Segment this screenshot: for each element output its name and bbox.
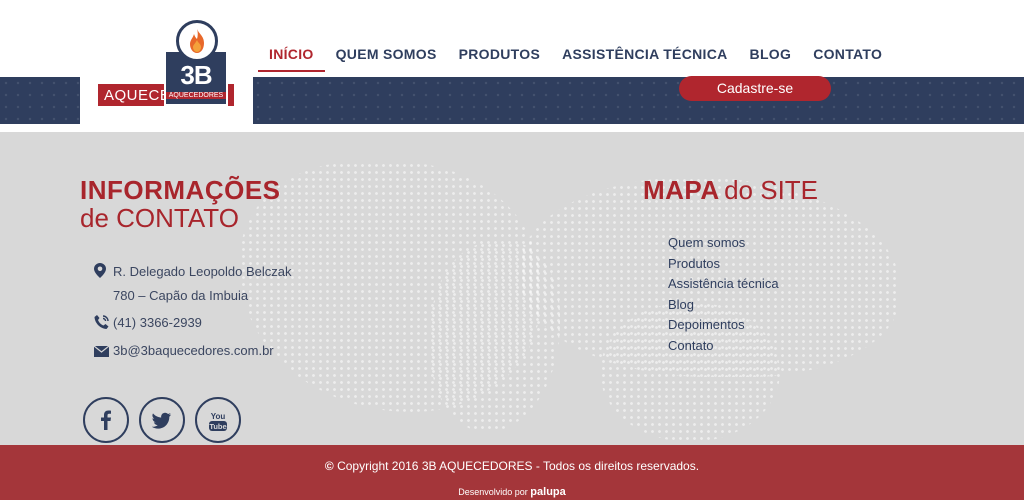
nav-item-quem-somos[interactable]: QUEM SOMOS xyxy=(325,44,448,72)
sitemap-title: MAPA do SITE xyxy=(643,176,818,209)
sitemap-title-strong: MAPA xyxy=(643,175,720,205)
address: R. Delegado Leopoldo Belczak 780 – Capão… xyxy=(94,261,292,307)
logo-sub-text: AQUECEDORES xyxy=(166,92,226,99)
nav-item-produtos[interactable]: PRODUTOS xyxy=(448,44,552,72)
header-divider xyxy=(0,124,1024,132)
nav-item-inicio[interactable]: INÍCIO xyxy=(258,44,325,72)
map-pin-icon xyxy=(94,263,109,285)
contact-title: INFORMAÇÕES de CONTATO xyxy=(80,176,281,232)
sitemap-title-light: do SITE xyxy=(724,175,819,205)
address-line2: 780 – Capão da Imbuia xyxy=(113,288,249,303)
logo-3b-text: 3B xyxy=(180,60,212,90)
svg-text:Tube: Tube xyxy=(209,422,226,431)
nav-item-assistencia-tecnica[interactable]: ASSISTÊNCIA TÉCNICA xyxy=(551,44,738,72)
sitemap-links: Quem somos Produtos Assistência técnica … xyxy=(668,233,779,356)
sitemap-link-assistencia-tecnica[interactable]: Assistência técnica xyxy=(668,274,779,295)
envelope-icon xyxy=(93,342,110,364)
nav-item-blog[interactable]: BLOG xyxy=(739,44,803,72)
address-line1: R. Delegado Leopoldo Belczak xyxy=(113,264,292,279)
site-header: AQUECEDORES 3B AQUECEDORES INÍCIO QUEM S… xyxy=(0,0,1024,124)
copyright-icon: © xyxy=(324,459,334,473)
contact-title-strong: INFORMAÇÕES xyxy=(80,175,281,205)
sitemap-link-produtos[interactable]: Produtos xyxy=(668,254,779,275)
site-footer: © Copyright 2016 3B AQUECEDORES - Todos … xyxy=(0,445,1024,500)
company-name: 3B AQUECEDORES xyxy=(421,459,533,473)
sitemap-link-quem-somos[interactable]: Quem somos xyxy=(668,233,779,254)
sitemap-link-blog[interactable]: Blog xyxy=(668,295,779,316)
nav-item-contato[interactable]: CONTATO xyxy=(802,44,893,72)
twitter-icon xyxy=(152,412,171,429)
email: 3b@3baquecedores.com.br xyxy=(93,340,274,364)
email-address[interactable]: 3b@3baquecedores.com.br xyxy=(113,343,274,358)
twitter-button[interactable] xyxy=(139,397,185,443)
sitemap-link-contato[interactable]: Contato xyxy=(668,336,779,357)
phone: (41) 3366-2939 xyxy=(94,312,202,336)
developer-credit[interactable]: Desenvolvido por palupa xyxy=(0,486,1024,498)
youtube-icon: YouTube xyxy=(209,412,227,431)
site-logo[interactable]: AQUECEDORES 3B AQUECEDORES xyxy=(98,18,236,106)
phone-icon xyxy=(94,314,109,336)
dev-brand: palupa xyxy=(530,486,566,498)
phone-number[interactable]: (41) 3366-2939 xyxy=(113,315,202,330)
flame-icon xyxy=(176,20,218,62)
copyright-year: Copyright 2016 xyxy=(337,459,419,473)
contact-title-light: de CONTATO xyxy=(80,203,239,233)
footer-info-section: INFORMAÇÕES de CONTATO R. Delegado Leopo… xyxy=(0,132,1024,445)
facebook-button[interactable] xyxy=(83,397,129,443)
dev-label: Desenvolvido por xyxy=(458,487,528,497)
signup-button[interactable]: Cadastre-se xyxy=(679,76,831,101)
main-nav: INÍCIO QUEM SOMOS PRODUTOS ASSISTÊNCIA T… xyxy=(258,44,893,72)
facebook-icon xyxy=(101,410,111,430)
sitemap-link-depoimentos[interactable]: Depoimentos xyxy=(668,315,779,336)
svg-text:You: You xyxy=(211,412,226,421)
youtube-button[interactable]: You Tube xyxy=(195,397,241,443)
rights-text: - Todos os direitos reservados. xyxy=(535,459,700,473)
copyright-text: © Copyright 2016 3B AQUECEDORES - Todos … xyxy=(0,459,1024,473)
